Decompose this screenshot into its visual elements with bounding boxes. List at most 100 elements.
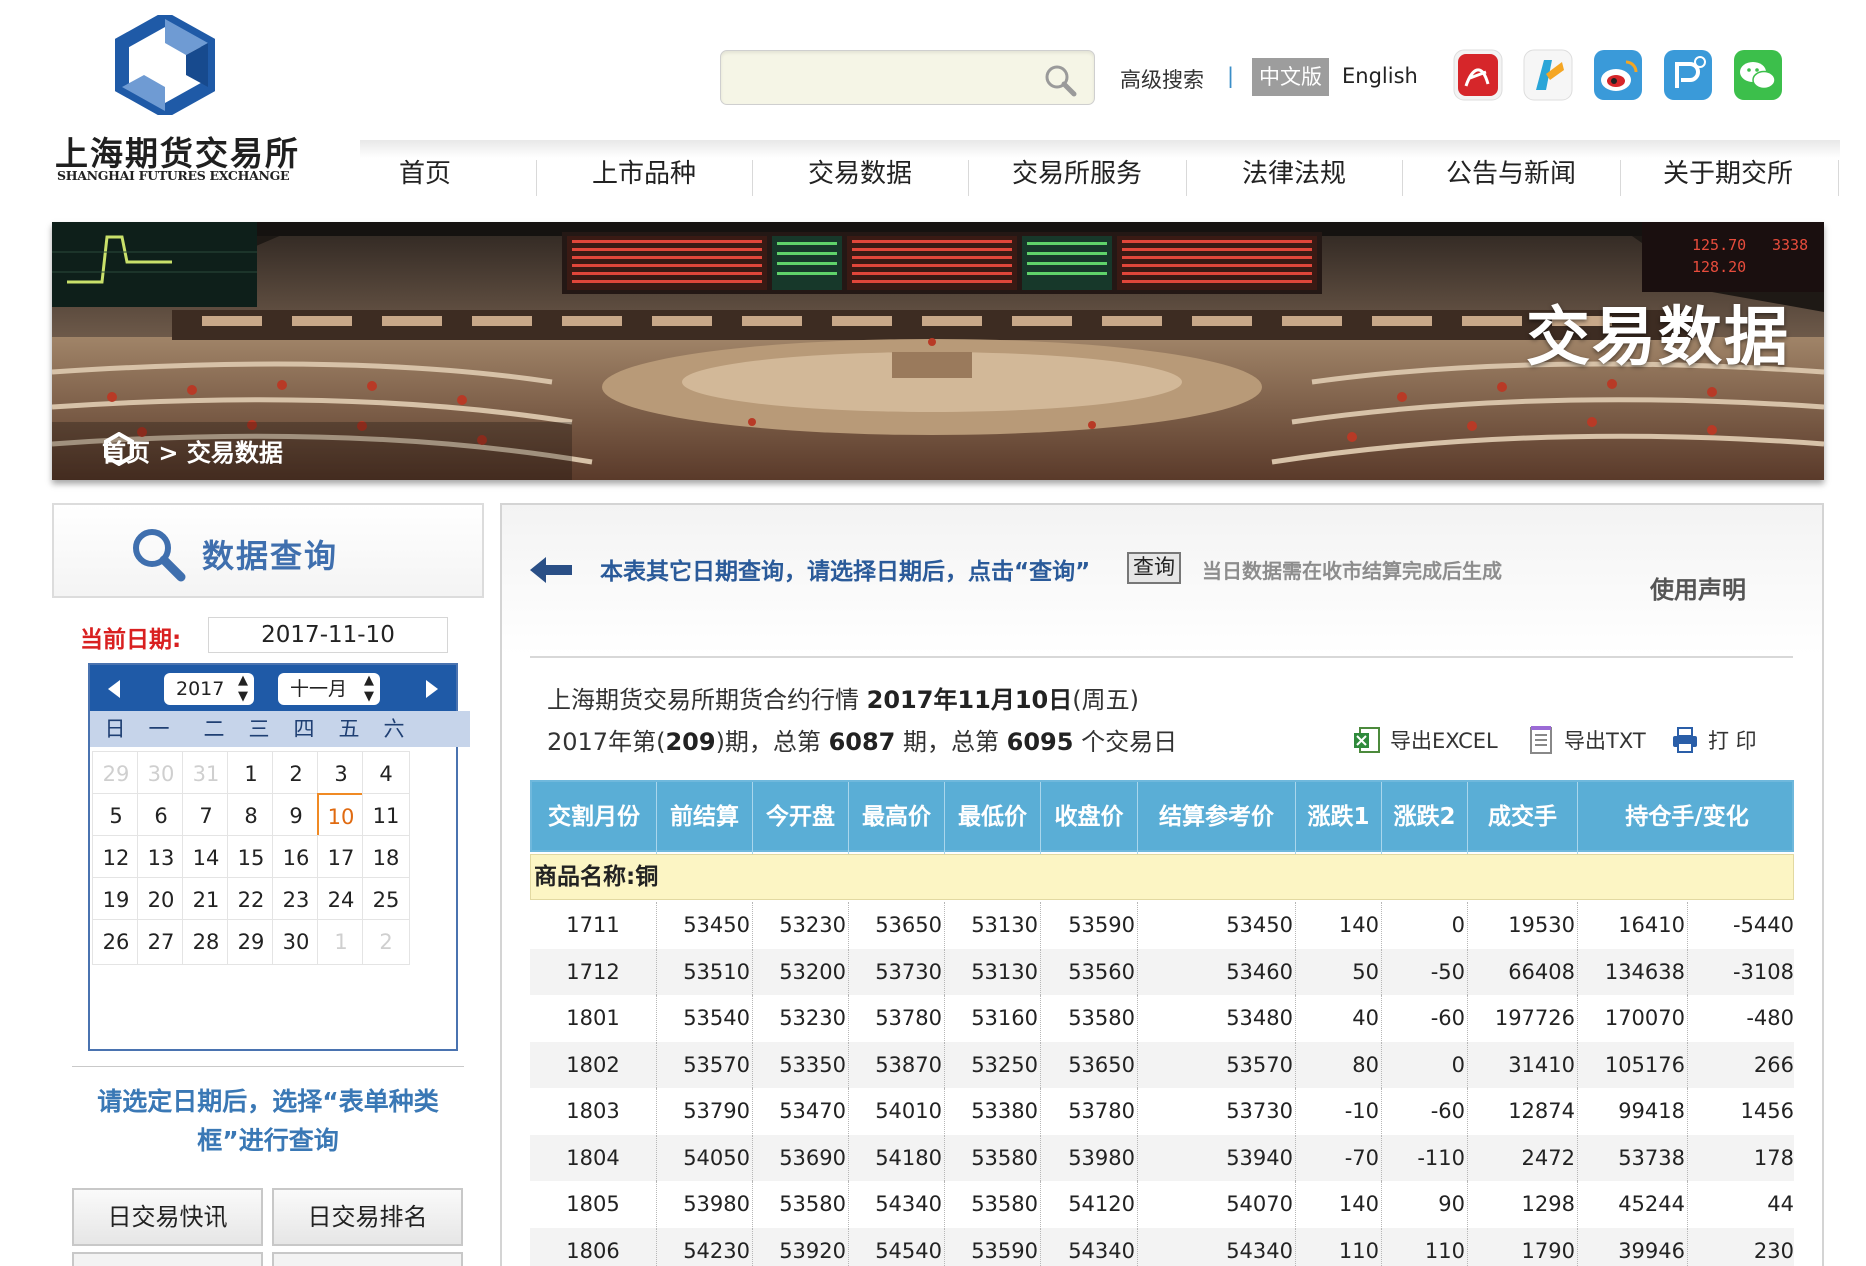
- calendar-day[interactable]: 1: [227, 751, 275, 797]
- site-logo[interactable]: 上海期货交易所 SHANGHAI FUTURES EXCHANGE: [55, 15, 298, 190]
- table-cell: 110: [1382, 1227, 1468, 1266]
- chinese-version-link[interactable]: 中文版: [1252, 58, 1329, 96]
- calendar-day[interactable]: 3: [317, 751, 365, 797]
- query-hint: 请选定日期后，选择“表单种类框”进行查询: [97, 1087, 439, 1155]
- calendar-day[interactable]: 9: [272, 793, 320, 839]
- calendar-day[interactable]: 7: [182, 793, 230, 839]
- calendar-day[interactable]: 5: [92, 793, 140, 839]
- table-cell: 40: [1296, 995, 1382, 1041]
- section-banner: 125.70 128.20 3338 交易数据 首页 > 交易数据: [52, 222, 1824, 480]
- year-select[interactable]: 2017 ▲ ▼: [164, 673, 254, 705]
- year-value: 2017: [176, 678, 225, 700]
- calendar-day[interactable]: 13: [137, 835, 185, 881]
- pdf-reader-icon[interactable]: [1452, 48, 1504, 102]
- month-select[interactable]: 十一月 ▲ ▼: [278, 673, 380, 705]
- table-cell: 53870: [849, 1041, 945, 1088]
- calendar-day[interactable]: 2: [362, 919, 410, 965]
- table-cell: 53450: [1138, 902, 1296, 948]
- export-excel-button[interactable]: 导出EXCEL: [1352, 724, 1498, 756]
- calendar-day[interactable]: 22: [227, 877, 275, 923]
- search-icon[interactable]: [1042, 62, 1078, 98]
- calendar-day[interactable]: 4: [362, 751, 410, 797]
- weibo-icon[interactable]: [1592, 48, 1644, 102]
- english-version-link[interactable]: English: [1342, 64, 1418, 88]
- nav-item-services[interactable]: 交易所服务: [968, 140, 1186, 208]
- search-box[interactable]: [720, 50, 1095, 105]
- column-header: 涨跌1: [1296, 782, 1382, 854]
- print-button[interactable]: 打 印: [1670, 724, 1757, 756]
- back-arrow-icon[interactable]: [530, 555, 572, 585]
- period-text: 个交易日: [1081, 728, 1178, 756]
- magnifier-icon: [133, 529, 186, 582]
- nav-item-trading-data[interactable]: 交易数据: [752, 140, 968, 208]
- usage-statement-link[interactable]: 使用声明: [1650, 570, 1746, 605]
- wechat-icon[interactable]: [1732, 48, 1784, 102]
- advanced-search-link[interactable]: 高级搜索: [1120, 64, 1204, 94]
- export-txt-button[interactable]: 导出TXT: [1526, 724, 1646, 756]
- calendar-day[interactable]: 29: [92, 751, 140, 797]
- table-cell: 54540: [849, 1227, 945, 1266]
- daily-trading-ranking-button[interactable]: 日交易排名: [272, 1188, 463, 1246]
- calendar-day[interactable]: 6: [137, 793, 185, 839]
- table-cell: 110: [1296, 1227, 1382, 1266]
- calendar-day[interactable]: 18: [362, 835, 410, 881]
- nav-item-laws[interactable]: 法律法规: [1186, 140, 1402, 208]
- nav-item-home[interactable]: 首页: [360, 140, 490, 208]
- table-cell: 54340: [849, 1181, 945, 1227]
- calendar-day[interactable]: 12: [92, 835, 140, 881]
- calendar-day[interactable]: 30: [272, 919, 320, 965]
- calendar-day[interactable]: 23: [272, 877, 320, 923]
- sidebar-button-partial[interactable]: [272, 1252, 463, 1266]
- calendar-day[interactable]: 14: [182, 835, 230, 881]
- calendar-day[interactable]: 17: [317, 835, 365, 881]
- table-cell: -60: [1382, 1088, 1468, 1134]
- calendar-day[interactable]: 29: [227, 919, 275, 965]
- table-cell: 19530: [1468, 902, 1578, 948]
- mobile-app-icon[interactable]: [1662, 48, 1714, 102]
- calendar-day[interactable]: 15: [227, 835, 275, 881]
- calendar-day[interactable]: 2: [272, 751, 320, 797]
- table-cell: 53590: [945, 1227, 1041, 1266]
- panel-divider: [530, 656, 1793, 658]
- table-cell: 53580: [1041, 995, 1138, 1041]
- next-month-icon[interactable]: [426, 680, 438, 698]
- calendar-day[interactable]: 19: [92, 877, 140, 923]
- sidebar-button-partial[interactable]: [72, 1252, 263, 1266]
- calendar-day[interactable]: 8: [227, 793, 275, 839]
- nav-item-products[interactable]: 上市品种: [536, 140, 752, 208]
- daily-trading-news-button[interactable]: 日交易快讯: [72, 1188, 263, 1246]
- table-cell: 53580: [945, 1181, 1041, 1227]
- calendar-day[interactable]: 26: [92, 919, 140, 965]
- table-cell: -5440: [1732, 913, 1794, 937]
- calendar-day[interactable]: 28: [182, 919, 230, 965]
- previous-month-icon[interactable]: [108, 680, 120, 698]
- calendar-day[interactable]: 31: [182, 751, 230, 797]
- query-button[interactable]: 查询: [1127, 552, 1181, 584]
- search-input[interactable]: [733, 61, 1033, 95]
- kugou-icon[interactable]: [1522, 48, 1574, 102]
- calendar-day[interactable]: 30: [137, 751, 185, 797]
- calendar-day[interactable]: 11: [362, 793, 410, 839]
- table-row: 1801 53540 53230 53780 53160 53580 53480 40 -60 1…: [530, 995, 1794, 1041]
- table-cell: 1805: [530, 1181, 657, 1227]
- calendar-day[interactable]: 21: [182, 877, 230, 923]
- calendar-day[interactable]: 27: [137, 919, 185, 965]
- calendar-day[interactable]: 1: [317, 919, 365, 965]
- nav-item-news[interactable]: 公告与新闻: [1402, 140, 1620, 208]
- table-row: 1802 53570 53350 53870 53250 53650 53570 80 0 314…: [530, 1041, 1794, 1088]
- table-cell: 54120: [1041, 1181, 1138, 1227]
- table-cell: -3108: [1732, 959, 1794, 984]
- calendar-day[interactable]: 16: [272, 835, 320, 881]
- sidebar-divider: [72, 1066, 464, 1067]
- calendar-day[interactable]: 20: [137, 877, 185, 923]
- column-header: 结算参考价: [1138, 782, 1296, 854]
- current-date-label: 当前日期:: [80, 627, 182, 653]
- current-date-field[interactable]: 2017-11-10: [208, 617, 448, 653]
- nav-item-about[interactable]: 关于期交所: [1620, 140, 1836, 208]
- calendar-day[interactable]: 24: [317, 877, 365, 923]
- excel-icon: [1354, 727, 1380, 753]
- calendar-day[interactable]: 25: [362, 877, 410, 923]
- calendar-day-selected[interactable]: 10: [317, 793, 365, 839]
- table-cell: 53730: [1138, 1088, 1296, 1134]
- table-cell: 1806: [530, 1227, 657, 1266]
